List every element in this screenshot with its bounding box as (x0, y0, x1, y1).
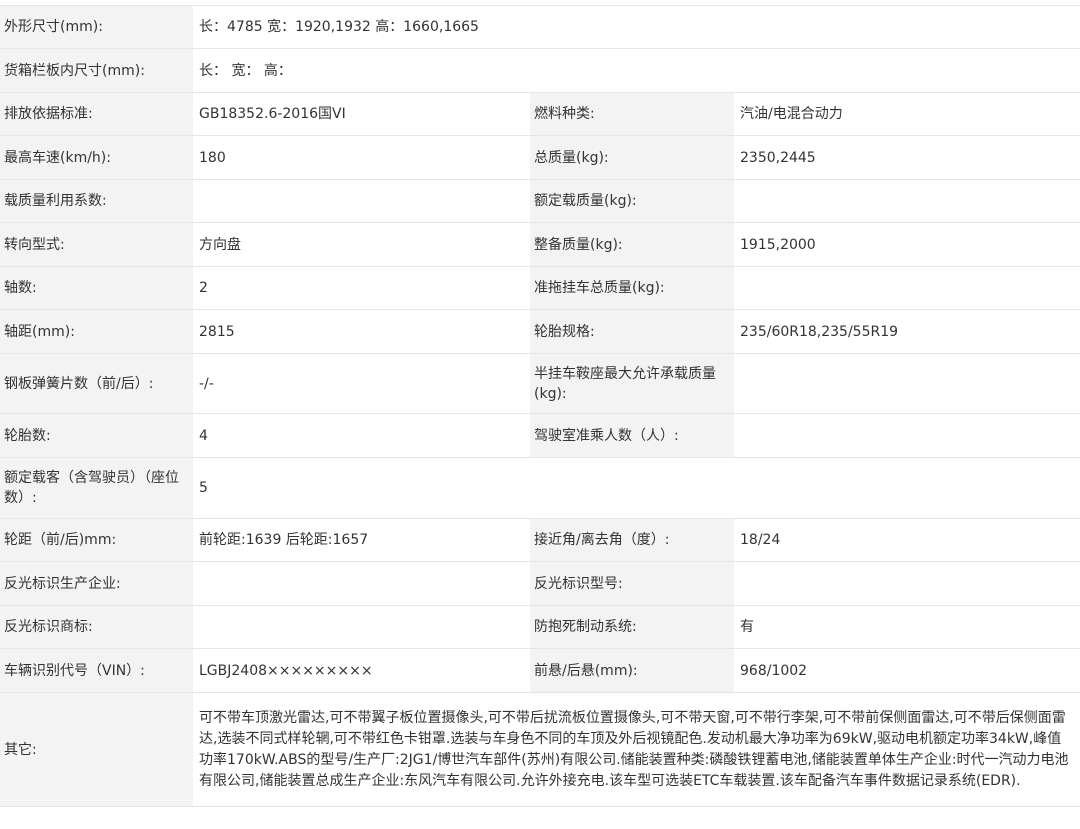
spec-label: 准拖挂车总质量(kg): (530, 266, 734, 310)
spec-value: 180 (193, 135, 530, 180)
spec-value (734, 179, 1080, 223)
spec-row-track: 轮距（前/后)mm: 前轮距:1639 后轮距:1657 接近角/离去角（度）:… (0, 518, 1080, 562)
spec-label: 接近角/离去角（度）: (530, 518, 734, 562)
spec-label: 轮距（前/后)mm: (0, 518, 193, 562)
spec-value: 2350,2445 (734, 135, 1080, 180)
spec-value (734, 266, 1080, 310)
spec-row-tires: 轮胎数: 4 驾驶室准乘人数（人）: (0, 413, 1080, 458)
spec-label: 载质量利用系数: (0, 179, 193, 223)
spec-label: 额定载客（含驾驶员）（座位数）: (0, 457, 193, 519)
spec-row-other: 其它: 可不带车顶激光雷达,可不带翼子板位置摄像头,可不带后扰流板位置摄像头,可… (0, 692, 1080, 807)
spec-label: 排放依据标准: (0, 92, 193, 136)
spec-value: 2 (193, 266, 530, 310)
spec-label: 车辆识别代号（VIN）: (0, 648, 193, 693)
spec-value: 前轮距:1639 后轮距:1657 (193, 518, 530, 562)
spec-value (734, 413, 1080, 458)
spec-row-dimensions: 外形尺寸(mm): 长：4785 宽：1920,1932 高：1660,1665 (0, 5, 1080, 49)
spec-value (734, 561, 1080, 606)
spec-row-axles: 轴数: 2 准拖挂车总质量(kg): (0, 266, 1080, 310)
spec-label: 货箱栏板内尺寸(mm): (0, 48, 193, 93)
spec-label: 驾驶室准乘人数（人）: (530, 413, 734, 458)
spec-label: 轮胎数: (0, 413, 193, 458)
spec-value (193, 179, 530, 223)
spec-value: -/- (193, 353, 530, 414)
spec-label: 反光标识商标: (0, 605, 193, 649)
spec-value: 2815 (193, 309, 530, 354)
spec-value: 长：4785 宽：1920,1932 高：1660,1665 (193, 5, 1080, 49)
spec-label: 额定载质量(kg): (530, 179, 734, 223)
spec-row-steering: 转向型式: 方向盘 整备质量(kg): 1915,2000 (0, 222, 1080, 267)
spec-label: 整备质量(kg): (530, 222, 734, 267)
spec-value: 有 (734, 605, 1080, 649)
spec-value: 汽油/电混合动力 (734, 92, 1080, 136)
spec-label: 燃料种类: (530, 92, 734, 136)
spec-value: 235/60R18,235/55R19 (734, 309, 1080, 354)
spec-row-wheelbase: 轴距(mm): 2815 轮胎规格: 235/60R18,235/55R19 (0, 309, 1080, 354)
spec-value: 4 (193, 413, 530, 458)
spec-label: 反光标识生产企业: (0, 561, 193, 606)
spec-label: 转向型式: (0, 222, 193, 267)
spec-value: LGBJ2408××××××××× (193, 648, 530, 693)
spec-value: 方向盘 (193, 222, 530, 267)
spec-row-load-coefficient: 载质量利用系数: 额定载质量(kg): (0, 179, 1080, 223)
spec-value: 18/24 (734, 518, 1080, 562)
spec-label: 半挂车鞍座最大允许承载质量(kg): (530, 353, 734, 414)
spec-value: 1915,2000 (734, 222, 1080, 267)
spec-label: 轴数: (0, 266, 193, 310)
spec-label: 最高车速(km/h): (0, 135, 193, 180)
spec-label: 防抱死制动系统: (530, 605, 734, 649)
spec-value (193, 561, 530, 606)
spec-label: 轴距(mm): (0, 309, 193, 354)
spec-value: 可不带车顶激光雷达,可不带翼子板位置摄像头,可不带后扰流板位置摄像头,可不带天窗… (193, 692, 1080, 807)
spec-label: 反光标识型号: (530, 561, 734, 606)
spec-row-speed: 最高车速(km/h): 180 总质量(kg): 2350,2445 (0, 135, 1080, 180)
spec-value: 5 (193, 457, 1080, 519)
spec-label: 外形尺寸(mm): (0, 5, 193, 49)
spec-row-seats: 额定载客（含驾驶员）（座位数）: 5 (0, 457, 1080, 519)
spec-value (193, 605, 530, 649)
spec-label: 总质量(kg): (530, 135, 734, 180)
spec-value (734, 353, 1080, 414)
spec-label: 其它: (0, 692, 193, 807)
spec-row-reflector-maker: 反光标识生产企业: 反光标识型号: (0, 561, 1080, 606)
spec-label: 轮胎规格: (530, 309, 734, 354)
spec-row-vin: 车辆识别代号（VIN）: LGBJ2408××××××××× 前悬/后悬(mm)… (0, 648, 1080, 693)
spec-label: 前悬/后悬(mm): (530, 648, 734, 693)
spec-row-reflector-brand: 反光标识商标: 防抱死制动系统: 有 (0, 605, 1080, 649)
spec-row-cargo-box: 货箱栏板内尺寸(mm): 长： 宽： 高： (0, 48, 1080, 93)
vehicle-spec-table: 外形尺寸(mm): 长：4785 宽：1920,1932 高：1660,1665… (0, 5, 1080, 807)
spec-row-leaf-springs: 钢板弹簧片数（前/后）: -/- 半挂车鞍座最大允许承载质量(kg): (0, 353, 1080, 414)
spec-label: 钢板弹簧片数（前/后）: (0, 353, 193, 414)
spec-value: 长： 宽： 高： (193, 48, 1080, 93)
spec-row-emission: 排放依据标准: GB18352.6-2016国VI 燃料种类: 汽油/电混合动力 (0, 92, 1080, 136)
spec-value: GB18352.6-2016国VI (193, 92, 530, 136)
spec-value: 968/1002 (734, 648, 1080, 693)
